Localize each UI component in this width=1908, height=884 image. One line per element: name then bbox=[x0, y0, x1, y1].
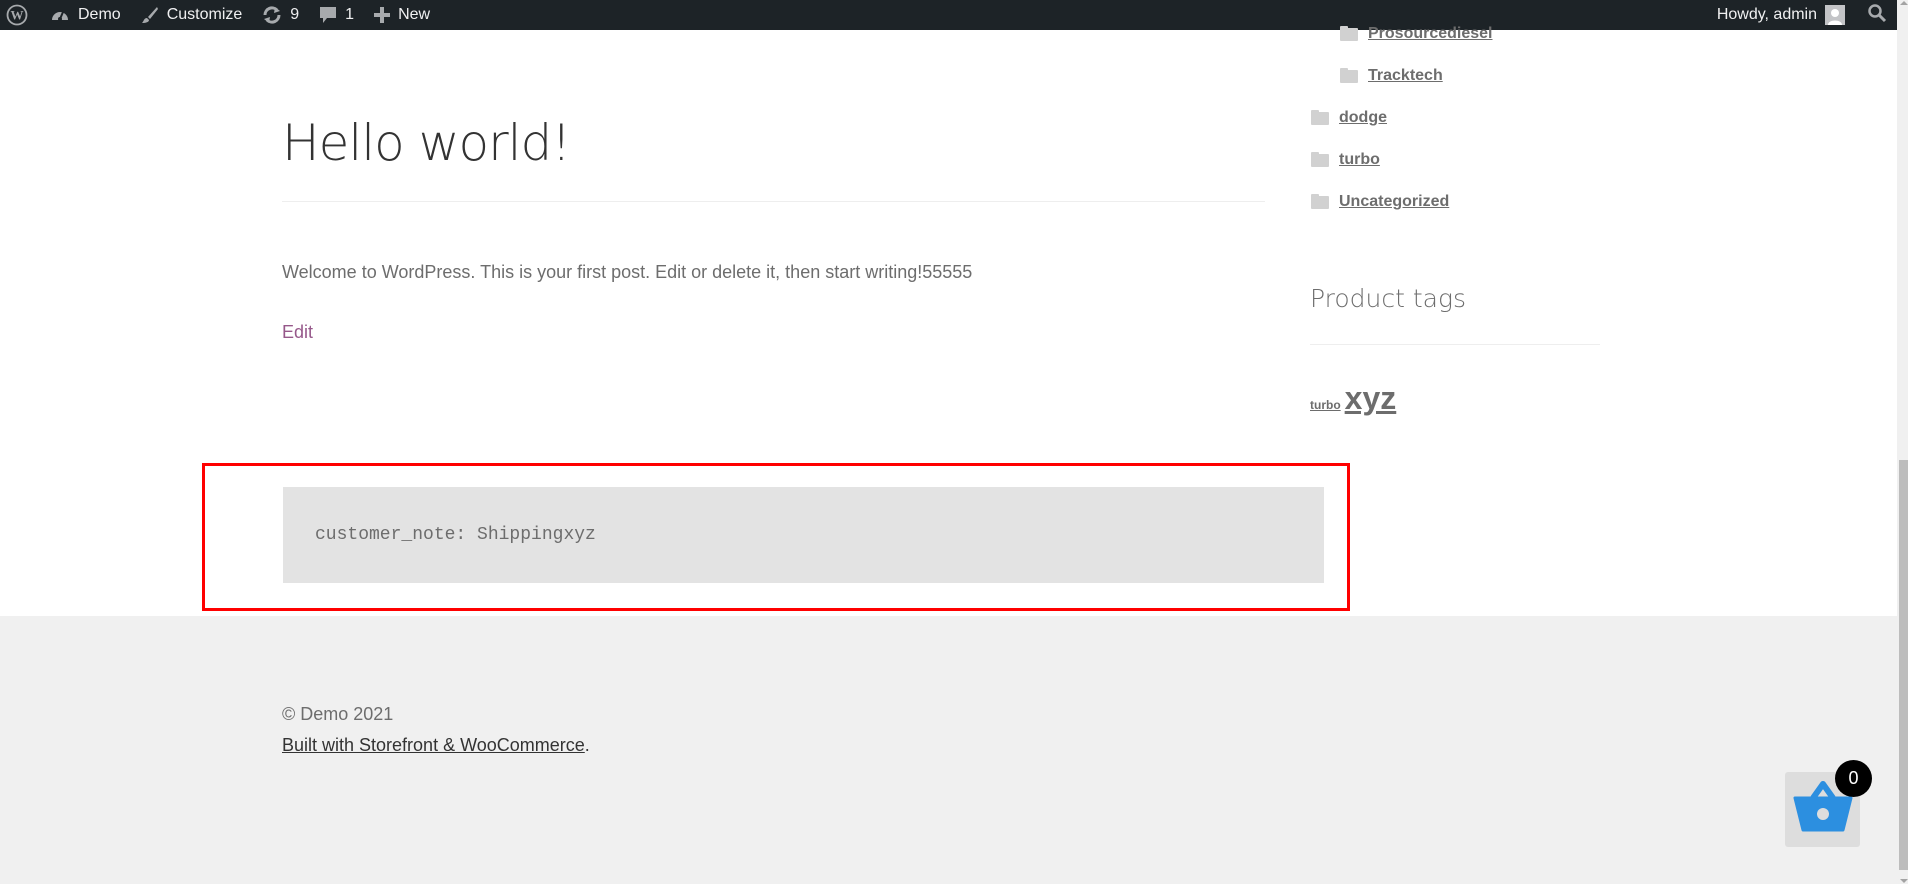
folder-icon bbox=[1311, 151, 1329, 167]
updates-menu[interactable]: 9 bbox=[252, 0, 309, 30]
page-scrollbar[interactable] bbox=[1897, 0, 1908, 884]
customize-label: Customize bbox=[166, 6, 243, 23]
search-button[interactable] bbox=[1855, 3, 1897, 28]
new-content-menu[interactable]: New bbox=[364, 0, 440, 30]
storefront-credit-link[interactable]: Built with Storefront & WooCommerce bbox=[282, 735, 585, 755]
product-tags-divider bbox=[1310, 344, 1600, 345]
search-icon bbox=[1867, 3, 1887, 28]
customize-menu[interactable]: Customize bbox=[131, 0, 253, 30]
copyright-text: © Demo 2021 bbox=[282, 704, 394, 724]
main-content: Hello world! Welcome to WordPress. This … bbox=[0, 25, 1897, 616]
category-link[interactable]: dodge bbox=[1339, 109, 1387, 127]
paintbrush-icon bbox=[141, 6, 159, 24]
svg-text:W: W bbox=[11, 8, 24, 23]
title-divider bbox=[282, 201, 1265, 202]
folder-icon bbox=[1340, 67, 1358, 83]
category-link[interactable]: turbo bbox=[1339, 151, 1380, 169]
category-item[interactable]: Uncategorized bbox=[1311, 193, 1449, 211]
comments-count: 1 bbox=[345, 6, 355, 23]
site-name-menu[interactable]: Demo bbox=[40, 0, 131, 30]
post-body: Welcome to WordPress. This is your first… bbox=[282, 262, 973, 282]
my-account-menu[interactable]: Howdy, admin bbox=[1707, 5, 1855, 25]
updates-icon bbox=[262, 6, 282, 24]
comment-icon bbox=[319, 6, 337, 24]
category-link[interactable]: Uncategorized bbox=[1339, 193, 1449, 211]
credit-text: Built with Storefront & WooCommerce. bbox=[282, 735, 590, 756]
folder-icon bbox=[1340, 25, 1358, 41]
folder-icon bbox=[1311, 193, 1329, 209]
category-link[interactable]: Prosourcediesel bbox=[1368, 25, 1493, 43]
comments-menu[interactable]: 1 bbox=[309, 0, 364, 30]
folder-icon bbox=[1311, 109, 1329, 125]
category-item[interactable]: Prosourcediesel bbox=[1340, 25, 1493, 43]
site-footer: © Demo 2021 Built with Storefront & WooC… bbox=[0, 616, 1897, 884]
avatar bbox=[1825, 5, 1845, 25]
edit-link[interactable]: Edit bbox=[282, 322, 313, 343]
updates-count: 9 bbox=[290, 6, 300, 23]
new-label: New bbox=[398, 6, 431, 23]
customer-note-text: customer_note: Shippingxyz bbox=[315, 525, 596, 545]
dashboard-icon bbox=[50, 6, 70, 24]
cart-count-badge: 0 bbox=[1835, 760, 1872, 797]
wordpress-logo-icon: W bbox=[6, 4, 28, 26]
scroll-down-arrow-icon[interactable] bbox=[1900, 879, 1908, 883]
tag-link[interactable]: turbo bbox=[1310, 398, 1341, 412]
scroll-up-arrow-icon[interactable] bbox=[1900, 1, 1908, 5]
category-item[interactable]: turbo bbox=[1311, 151, 1380, 169]
category-item[interactable]: Tracktech bbox=[1340, 67, 1443, 85]
customer-note-block: customer_note: Shippingxyz bbox=[283, 487, 1324, 583]
tag-link[interactable]: xyz bbox=[1345, 380, 1397, 417]
site-name-label: Demo bbox=[78, 6, 121, 23]
admin-bar: W Demo Customize 9 1 New Howdy, admin bbox=[0, 0, 1897, 30]
plus-icon bbox=[374, 7, 391, 23]
wordpress-logo-menu[interactable]: W bbox=[0, 0, 40, 30]
scrollbar-thumb[interactable] bbox=[1899, 460, 1908, 870]
tag-cloud: turbo xyz bbox=[1310, 380, 1396, 417]
category-item[interactable]: dodge bbox=[1311, 109, 1387, 127]
category-link[interactable]: Tracktech bbox=[1368, 67, 1443, 85]
credit-suffix: . bbox=[584, 735, 590, 755]
post-title: Hello world! bbox=[282, 114, 571, 172]
howdy-label: Howdy, admin bbox=[1716, 6, 1817, 23]
product-tags-title: Product tags bbox=[1310, 284, 1467, 313]
